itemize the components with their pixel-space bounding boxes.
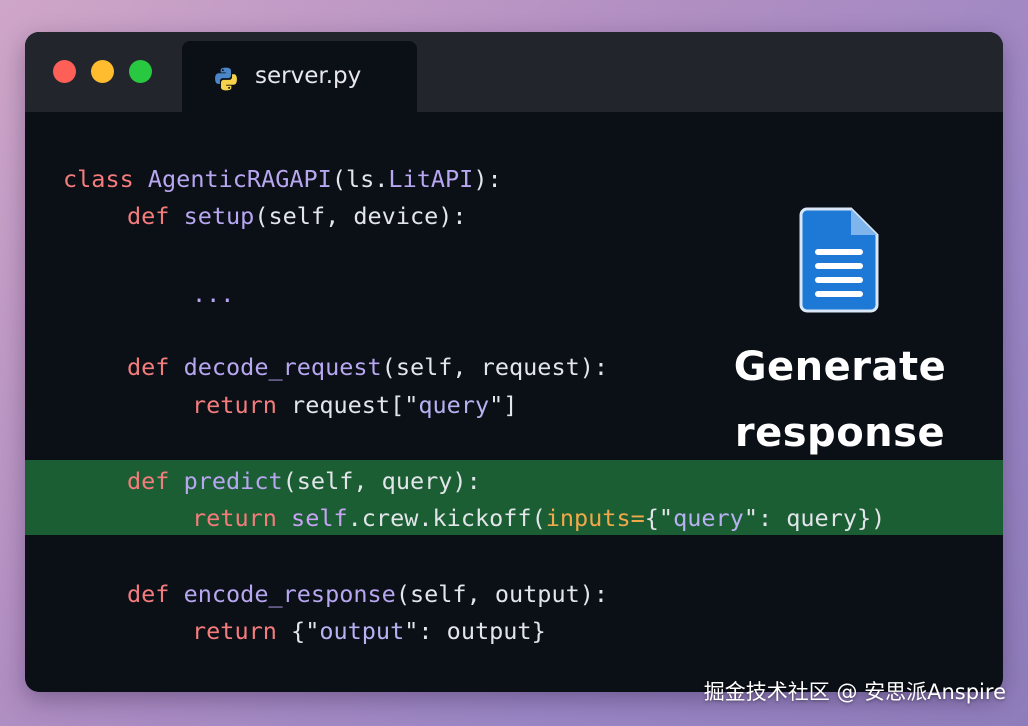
code-line-5: return request["query"] — [192, 386, 517, 424]
keyword: return — [192, 504, 292, 532]
document-icon — [799, 207, 879, 313]
string-literal: query — [418, 391, 490, 419]
string-literal: query — [673, 504, 744, 532]
code-line-7: return self.crew.kickoff(inputs={"query"… — [192, 499, 885, 537]
ellipsis: ... — [192, 280, 235, 308]
string-literal: output — [319, 617, 405, 645]
code-text: request[" — [291, 391, 419, 419]
code-editor[interactable]: class AgenticRAGAPI(ls.LitAPI): def setu… — [25, 32, 1003, 692]
code-text: ": output} — [404, 617, 546, 645]
code-line-9: return {"output": output} — [192, 612, 546, 650]
keyword: def — [127, 353, 184, 381]
code-line-3: ... — [192, 275, 234, 313]
keyword: def — [127, 202, 184, 230]
function-name: decode_request — [183, 353, 382, 381]
code-text: {" — [291, 617, 320, 645]
code-text: ": query}) — [743, 504, 886, 532]
code-window: server.py class AgenticRAGAPI(ls.LitAPI)… — [25, 32, 1003, 692]
code-line-6: def predict(self, query): — [127, 462, 481, 500]
keyword: class — [63, 165, 148, 193]
code-text: (self, request): — [381, 353, 609, 381]
annotation-line-2: response — [734, 410, 946, 456]
parameter-name: inputs= — [545, 504, 645, 532]
code-text: (self, device): — [254, 202, 467, 230]
code-text: .crew.kickoff( — [347, 504, 546, 532]
keyword: def — [127, 580, 184, 608]
class-name: AgenticRAGAPI — [147, 165, 332, 193]
keyword: def — [127, 467, 184, 495]
generate-response-label: Generate response — [715, 334, 965, 466]
code-text: (self, output): — [395, 580, 609, 608]
base-class-name: LitAPI — [388, 165, 474, 193]
code-line-1: class AgenticRAGAPI(ls.LitAPI): — [63, 160, 502, 198]
code-line-8: def encode_response(self, output): — [127, 575, 608, 613]
watermark: 掘金技术社区 @ 安思派Anspire — [703, 680, 1006, 704]
code-line-2: def setup(self, device): — [127, 197, 467, 235]
function-name: encode_response — [183, 580, 396, 608]
code-text: (ls. — [331, 165, 389, 193]
keyword: return — [192, 617, 292, 645]
function-name: setup — [183, 202, 255, 230]
function-name: predict — [183, 467, 283, 495]
code-text: ): — [473, 165, 502, 193]
code-text: "] — [489, 391, 518, 419]
self-keyword: self — [291, 504, 348, 532]
annotation-line-1: Generate — [733, 344, 947, 390]
code-text: {" — [644, 504, 674, 532]
keyword: return — [192, 391, 292, 419]
code-line-4: def decode_request(self, request): — [127, 348, 608, 386]
code-text: (self, query): — [282, 467, 481, 495]
